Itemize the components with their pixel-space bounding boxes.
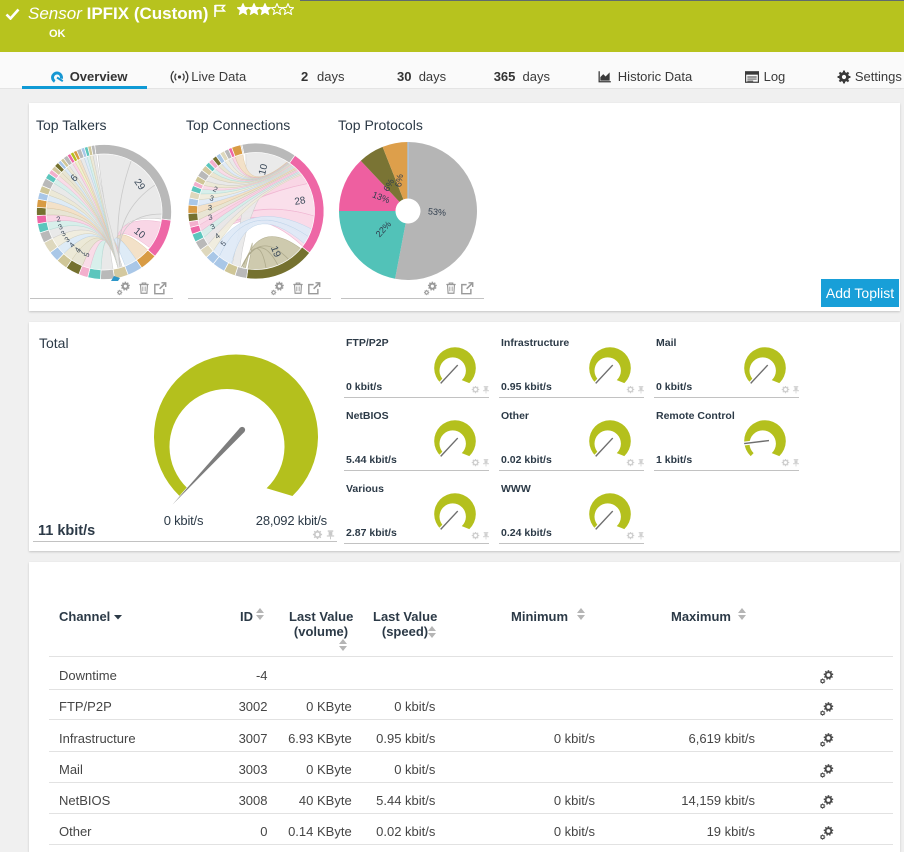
svg-text:53%: 53%: [428, 206, 447, 218]
svg-text:3: 3: [208, 203, 212, 212]
svg-text:28: 28: [294, 195, 307, 208]
